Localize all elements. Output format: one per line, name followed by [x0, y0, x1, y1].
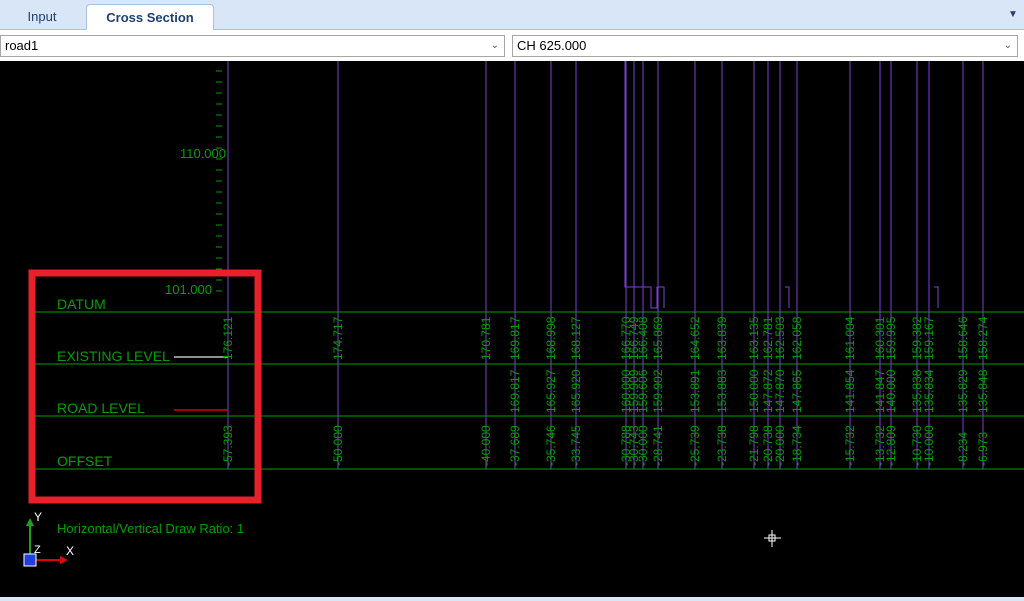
existing-level-value: 159.995 [884, 316, 898, 360]
existing-level-value: 162.503 [773, 316, 787, 360]
offset-value: -10.000 [922, 425, 936, 466]
road-level-value: 135.848 [976, 369, 990, 413]
existing-level-value: 164.652 [688, 316, 702, 360]
existing-level-value: 174.717 [331, 316, 345, 360]
x-axis-label: X [66, 544, 74, 558]
section-lines [227, 61, 984, 469]
road-level-value: 165.920 [569, 369, 583, 413]
existing-level-value: 165.869 [651, 316, 665, 360]
existing-level-value: 161.004 [843, 316, 857, 360]
level-axis-ticks [216, 70, 222, 292]
bottom-border [0, 597, 1024, 601]
road-level-value: 169.817 [508, 369, 522, 413]
existing-level-value: 163.839 [715, 316, 729, 360]
row-label-existing-level: EXISTING LEVEL [57, 348, 170, 364]
y-axis-arrowhead [26, 518, 34, 526]
cross-section-canvas[interactable]: 110.000 101.000 DATUM EXISTING LEVEL ROA… [0, 61, 1024, 597]
road-surface-line-3 [934, 286, 939, 308]
offset-value: -8.234 [956, 432, 970, 466]
chainage-select[interactable]: CH 625.000 ⌄ [512, 35, 1018, 57]
cross-section-drawing: 110.000 101.000 DATUM EXISTING LEVEL ROA… [23, 61, 1024, 567]
road-level-value: 135.834 [922, 369, 936, 413]
road-level-value: 135.829 [956, 369, 970, 413]
tab-overflow-dropdown-icon[interactable]: ▼ [1006, 8, 1020, 22]
offset-value: -21.798 [747, 425, 761, 466]
offset-value: -20.000 [773, 425, 787, 466]
level-label-110: 110.000 [180, 146, 226, 161]
offset-value: -37.689 [508, 425, 522, 466]
road-select[interactable]: road1 ⌄ [0, 35, 505, 57]
offset-value: -25.739 [688, 425, 702, 466]
road-level-value: 153.883 [715, 369, 729, 413]
tab-input[interactable]: Input [0, 4, 84, 30]
existing-level-value: 163.135 [747, 316, 761, 360]
offset-value: -23.738 [715, 425, 729, 466]
chevron-down-icon: ⌄ [490, 40, 499, 51]
road-level-value: 159.606 [636, 369, 650, 413]
level-label-101: 101.000 [165, 282, 212, 297]
ucs-axis-icon: Y X Z [23, 510, 74, 567]
road-surface-line-2 [785, 286, 790, 308]
row-label-road-level: ROAD LEVEL [57, 400, 145, 416]
chevron-down-icon: ⌄ [1003, 40, 1012, 51]
road-select-value: road1 [5, 38, 39, 53]
existing-level-value: 166.408 [636, 316, 650, 360]
crosshair-cursor-icon [764, 530, 781, 547]
existing-level-value: 169.817 [508, 316, 522, 360]
draw-ratio-text: Horizontal/Vertical Draw Ratio: 1 [57, 521, 244, 536]
offset-value: -15.732 [843, 425, 857, 466]
chainage-select-value: CH 625.000 [517, 38, 587, 53]
road-level-value: 159.902 [651, 369, 665, 413]
offset-value: -57.393 [221, 425, 235, 466]
road-level-value: 165.927 [544, 369, 558, 413]
existing-level-value: 168.998 [544, 316, 558, 360]
offset-value: -33.745 [569, 425, 583, 466]
row-label-offset: OFFSET [57, 453, 113, 469]
road-level-value: 147.870 [773, 369, 787, 413]
offset-value: -12.809 [884, 425, 898, 466]
row-label-datum: DATUM [57, 296, 106, 312]
offset-value: -50.000 [331, 425, 345, 466]
existing-level-value: 168.127 [569, 316, 583, 360]
existing-level-value: 158.274 [976, 316, 990, 360]
offset-value: -40.000 [479, 425, 493, 466]
road-level-value: 141.854 [843, 369, 857, 413]
offset-value: -28.741 [651, 425, 665, 466]
offset-value: -6.973 [976, 432, 990, 466]
station-labels: 176.121 -57.393 174.717 -50.000 170.781 -40.0… [221, 316, 990, 466]
existing-level-value: 162.058 [790, 316, 804, 360]
road-level-value: 150.000 [747, 369, 761, 413]
offset-value: -30.000 [636, 425, 650, 466]
tab-bar: Input Cross Section ▼ [0, 0, 1024, 31]
road-level-value: 147.865 [790, 369, 804, 413]
road-level-value: 140.000 [884, 369, 898, 413]
selector-bar: road1 ⌄ CH 625.000 ⌄ [0, 30, 1024, 61]
offset-value: -35.746 [544, 425, 558, 466]
existing-level-value: 170.781 [479, 316, 493, 360]
y-axis-label: Y [34, 510, 42, 524]
existing-level-value: 159.167 [922, 316, 936, 360]
z-axis-label: Z [34, 544, 41, 556]
road-level-value: 153.891 [688, 369, 702, 413]
existing-level-value: 158.646 [956, 316, 970, 360]
tab-cross-section[interactable]: Cross Section [86, 4, 214, 31]
existing-level-value: 176.121 [221, 316, 235, 360]
offset-value: -18.734 [790, 425, 804, 466]
